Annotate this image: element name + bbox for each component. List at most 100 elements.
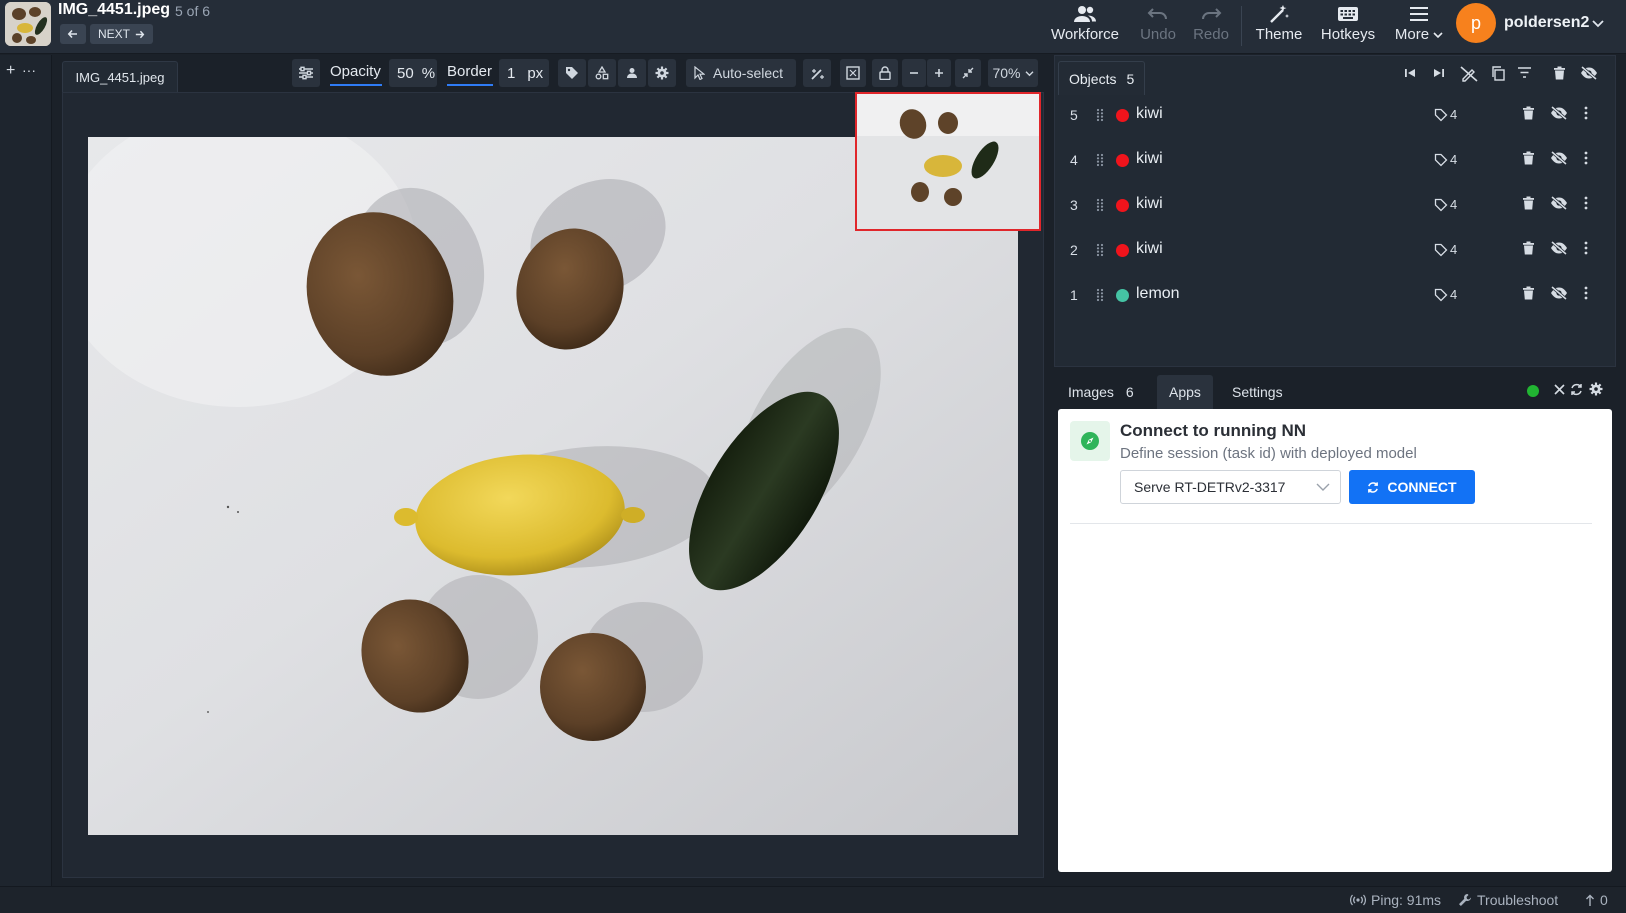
magic-tool-button[interactable] <box>803 59 831 87</box>
eye-off-icon[interactable] <box>1550 241 1568 255</box>
tab-settings[interactable]: Settings <box>1220 375 1295 409</box>
cursor-icon <box>694 66 705 80</box>
trash-icon[interactable] <box>1522 286 1535 300</box>
avatar[interactable]: p <box>1456 3 1496 43</box>
border-unit: px <box>527 64 544 82</box>
gear-icon[interactable] <box>1589 382 1603 396</box>
opacity-underline <box>330 84 382 86</box>
chevron-down-icon[interactable] <box>1592 18 1604 28</box>
eye-off-icon[interactable] <box>1550 196 1568 210</box>
object-row[interactable]: 3 kiwi 4 <box>1056 184 1614 226</box>
eye-off-icon[interactable] <box>1550 286 1568 300</box>
delete-all-button[interactable] <box>1553 66 1566 80</box>
object-row[interactable]: 4 kiwi 4 <box>1056 139 1614 181</box>
refresh-icon[interactable] <box>1570 383 1583 396</box>
close-icon[interactable] <box>1554 384 1565 395</box>
object-row[interactable]: 2 kiwi 4 <box>1056 229 1614 271</box>
more-menu-button[interactable]: More <box>1390 2 1448 50</box>
next-label: NEXT <box>98 27 131 41</box>
zoom-select[interactable]: 70% <box>988 59 1038 87</box>
collapse-button[interactable] <box>955 59 981 87</box>
copy-button[interactable] <box>1491 66 1505 81</box>
plus-icon <box>935 69 943 77</box>
tag-count[interactable]: 4 <box>1434 152 1457 167</box>
tab-image-file[interactable]: IMG_4451.jpeg <box>62 61 178 93</box>
zoom-out-button[interactable] <box>902 59 926 87</box>
person-icon <box>627 68 637 78</box>
tag-count[interactable]: 4 <box>1434 287 1457 302</box>
redo-button[interactable]: Redo <box>1191 2 1231 50</box>
connect-label: CONNECT <box>1387 479 1457 495</box>
trash-icon[interactable] <box>1522 241 1535 255</box>
tag-count[interactable]: 4 <box>1434 197 1457 212</box>
object-row[interactable]: 1 lemon 4 <box>1056 274 1614 316</box>
opacity-input[interactable]: 50 % <box>389 59 437 87</box>
classes-tool-button[interactable] <box>588 59 616 87</box>
uploads-status[interactable]: 0 <box>1585 892 1608 908</box>
tab-images[interactable]: Images 6 <box>1056 375 1146 409</box>
adjustments-button[interactable] <box>292 59 320 87</box>
tag-count[interactable]: 4 <box>1434 107 1457 122</box>
menu-icon <box>1410 7 1428 21</box>
user-tool-button[interactable] <box>618 59 646 87</box>
connect-button[interactable]: CONNECT <box>1349 470 1475 504</box>
username[interactable]: poldersen2 <box>1504 14 1589 32</box>
next-button[interactable]: NEXT <box>90 24 154 44</box>
tag-icon <box>1434 243 1448 256</box>
hide-all-button[interactable] <box>1580 66 1598 80</box>
more-vertical-icon[interactable] <box>1584 106 1588 120</box>
image-thumbnail[interactable] <box>5 2 51 46</box>
tag-tool-button[interactable] <box>558 59 586 87</box>
apps-tab-label: Apps <box>1169 384 1201 400</box>
lock-button[interactable] <box>872 59 898 87</box>
trash-icon[interactable] <box>1522 151 1535 165</box>
class-color-dot <box>1116 109 1129 122</box>
eye-off-icon[interactable] <box>1550 151 1568 165</box>
more-vertical-icon[interactable] <box>1584 241 1588 255</box>
skip-last-icon <box>1434 69 1444 77</box>
more-options-button[interactable]: ··· <box>22 62 36 78</box>
hotkeys-button[interactable]: Hotkeys <box>1318 2 1378 50</box>
tab-objects[interactable]: Objects 5 <box>1058 61 1146 95</box>
auto-select-button[interactable]: Auto-select <box>686 59 796 87</box>
settings-tool-button[interactable] <box>648 59 676 87</box>
fit-view-button[interactable] <box>840 59 866 87</box>
more-vertical-icon[interactable] <box>1584 196 1588 210</box>
object-row[interactable]: 5 kiwi 4 <box>1056 94 1614 136</box>
add-button[interactable]: + <box>6 62 15 80</box>
drag-handle-icon[interactable] <box>1096 198 1104 212</box>
border-input[interactable]: 1 px <box>499 59 549 87</box>
object-label: kiwi <box>1136 150 1163 167</box>
auto-select-label: Auto-select <box>713 65 784 81</box>
chevron-down-icon <box>1433 31 1443 38</box>
prev-button[interactable] <box>60 24 86 44</box>
tab-apps[interactable]: Apps <box>1157 375 1213 409</box>
first-object-button[interactable] <box>1403 66 1417 80</box>
trash-icon[interactable] <box>1522 196 1535 210</box>
compass-icon <box>1070 421 1110 461</box>
workforce-button[interactable]: Workforce <box>1050 2 1120 50</box>
troubleshoot-button[interactable]: Troubleshoot <box>1458 892 1558 908</box>
drag-handle-icon[interactable] <box>1096 153 1104 167</box>
filter-button[interactable] <box>1517 66 1532 79</box>
drag-handle-icon[interactable] <box>1096 243 1104 257</box>
theme-button[interactable]: Theme <box>1254 2 1304 50</box>
session-select[interactable]: Serve RT-DETRv2-3317 <box>1120 470 1341 504</box>
drag-handle-icon[interactable] <box>1096 108 1104 122</box>
hide-borders-button[interactable] <box>1460 66 1478 82</box>
zoom-in-button[interactable] <box>927 59 951 87</box>
main-image[interactable] <box>88 137 1018 835</box>
ping-label: Ping: 91ms <box>1371 892 1442 908</box>
drag-handle-icon[interactable] <box>1096 288 1104 302</box>
objects-count: 5 <box>1126 70 1135 87</box>
eye-off-icon[interactable] <box>1550 106 1568 120</box>
more-vertical-icon[interactable] <box>1584 286 1588 300</box>
last-object-button[interactable] <box>1432 66 1446 80</box>
tag-count-value: 4 <box>1450 107 1458 122</box>
trash-icon[interactable] <box>1522 106 1535 120</box>
tag-count[interactable]: 4 <box>1434 242 1457 257</box>
minimap[interactable] <box>855 92 1041 231</box>
settings-tab-label: Settings <box>1232 384 1283 400</box>
more-vertical-icon[interactable] <box>1584 151 1588 165</box>
undo-button[interactable]: Undo <box>1138 2 1178 50</box>
